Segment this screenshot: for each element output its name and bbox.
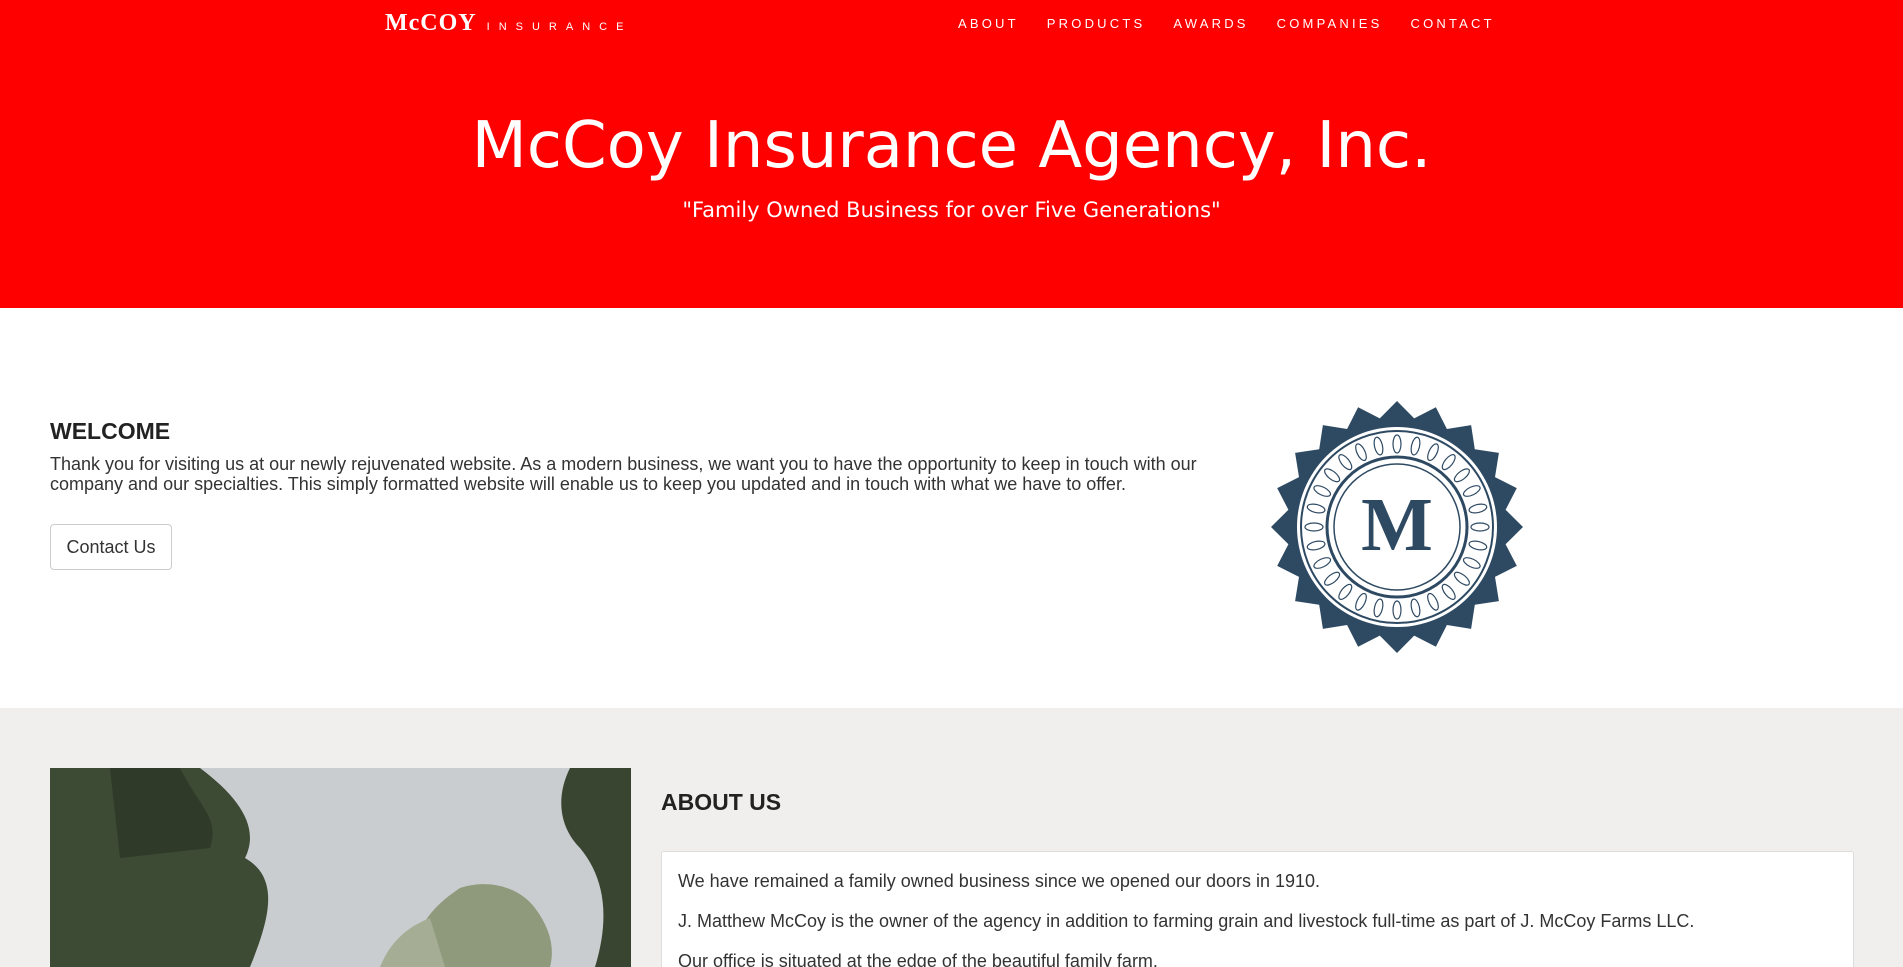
nav-about[interactable]: ABOUT	[958, 16, 1019, 32]
tree-icon	[50, 768, 631, 967]
nav-awards[interactable]: AWARDS	[1173, 16, 1248, 32]
about-text-box: We have remained a family owned business…	[661, 851, 1854, 967]
hero-banner: McCOY INSURANCE ABOUT PRODUCTS AWARDS CO…	[0, 0, 1903, 308]
page-subtitle: "Family Owned Business for over Five Gen…	[682, 198, 1221, 222]
page-title: McCoy Insurance Agency, Inc.	[471, 109, 1432, 183]
main-nav: ABOUT PRODUCTS AWARDS COMPANIES CONTACT	[958, 16, 1523, 32]
welcome-text: Thank you for visiting us at our newly r…	[50, 454, 1197, 494]
welcome-heading: WELCOME	[50, 418, 171, 444]
seal-letter: M	[1361, 483, 1433, 567]
about-paragraph: Our office is situated at the edge of th…	[678, 951, 1158, 967]
about-paragraph: J. Matthew McCoy is the owner of the age…	[678, 911, 1695, 931]
about-section: ABOUT US We have remained a family owned…	[0, 708, 1903, 967]
nav-contact[interactable]: CONTACT	[1411, 16, 1495, 32]
logo-mccoy: McCOY	[385, 10, 477, 36]
seal-logo-icon: M	[1271, 401, 1523, 653]
welcome-section: WELCOME Thank you for visiting us at our…	[0, 308, 1903, 708]
logo[interactable]: McCOY INSURANCE	[385, 10, 632, 36]
nav-companies[interactable]: COMPANIES	[1277, 16, 1383, 32]
about-paragraph: We have remained a family owned business…	[678, 871, 1321, 891]
nav-products[interactable]: PRODUCTS	[1047, 16, 1146, 32]
logo-insurance: INSURANCE	[486, 21, 633, 33]
contact-us-button[interactable]: Contact Us	[50, 524, 172, 570]
about-heading: ABOUT US	[661, 789, 782, 815]
farm-photo	[50, 768, 631, 967]
